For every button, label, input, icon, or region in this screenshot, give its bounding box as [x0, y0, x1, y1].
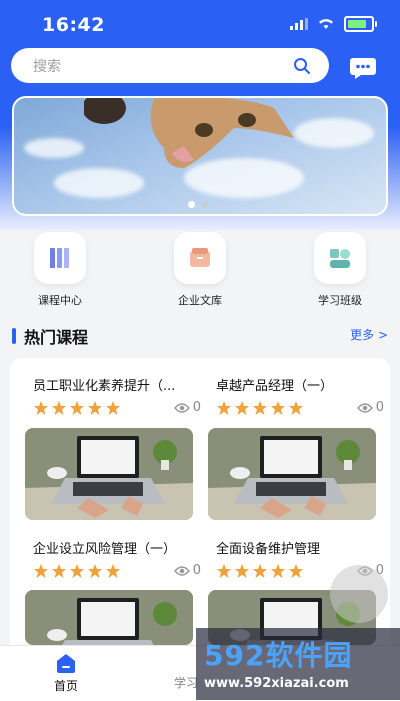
- eye-icon: [356, 402, 373, 413]
- course-views: 0: [173, 563, 201, 578]
- star-icon: [289, 401, 303, 415]
- course-title: 卓越产品经理（一）: [216, 379, 334, 394]
- course-card[interactable]: 员工职业化素养提升（... 0: [33, 375, 201, 418]
- star-icon: [52, 401, 66, 415]
- more-link[interactable]: 更多 >: [350, 326, 388, 343]
- box-icon: [190, 248, 210, 267]
- course-views: 0: [356, 400, 384, 415]
- star-icon: [271, 401, 285, 415]
- star-icon: [34, 564, 48, 578]
- laptop-image: [208, 428, 376, 520]
- floating-action-button[interactable]: [330, 565, 388, 623]
- eye-icon: [173, 402, 190, 413]
- watermark-overlay: 592软件园 www.592xiazai.com: [196, 628, 400, 700]
- star-icon: [217, 401, 231, 415]
- star-icon: [106, 401, 120, 415]
- wifi-icon: [319, 19, 333, 29]
- star-icon: [34, 401, 48, 415]
- home-icon: [57, 654, 75, 673]
- star-icon: [289, 564, 303, 578]
- quick-link-label: 课程中心: [38, 294, 82, 307]
- books-icon: [50, 248, 69, 268]
- watermark-logo: 592软件园: [204, 639, 353, 672]
- course-title: 企业设立风险管理（一）: [33, 542, 177, 557]
- search-placeholder: 搜索: [33, 59, 61, 75]
- banner-pagination: [188, 201, 208, 208]
- section-title: 热门课程: [24, 328, 89, 347]
- quick-link-label: 学习班级: [318, 294, 362, 307]
- quick-link-courses[interactable]: 课程中心: [15, 232, 105, 308]
- class-icon: [330, 249, 350, 268]
- status-time: 16:42: [42, 14, 105, 36]
- star-icon: [88, 564, 102, 578]
- course-thumbnail[interactable]: [25, 428, 193, 520]
- tab-home[interactable]: 首页: [26, 652, 106, 694]
- star-icon: [70, 564, 84, 578]
- status-bar: 16:42: [0, 0, 400, 40]
- star-icon: [253, 564, 267, 578]
- laptop-image: [25, 428, 193, 520]
- quick-link-label: 企业文库: [178, 294, 222, 307]
- tab-study-label: 学习: [173, 676, 198, 690]
- watermark-url: www.592xiazai.com: [204, 676, 349, 691]
- course-title: 全面设备维护管理: [216, 542, 321, 557]
- tab-home-label: 首页: [53, 679, 78, 693]
- quick-link-library[interactable]: 企业文库: [155, 232, 245, 308]
- battery-icon: [344, 16, 377, 32]
- course-card[interactable]: 卓越产品经理（一） 0: [216, 375, 384, 418]
- laptop-image: [25, 590, 193, 645]
- chat-icon[interactable]: [349, 56, 377, 80]
- star-icon: [106, 564, 120, 578]
- star-icon: [271, 564, 285, 578]
- star-icon: [235, 564, 249, 578]
- course-rating: [33, 563, 121, 579]
- course-thumbnail[interactable]: [25, 590, 193, 645]
- course-views-count: 0: [192, 400, 201, 415]
- course-rating: [216, 400, 304, 416]
- banner-carousel[interactable]: [12, 96, 388, 216]
- course-thumbnail[interactable]: [208, 428, 376, 520]
- star-icon: [88, 401, 102, 415]
- search-input[interactable]: 搜索: [11, 48, 329, 83]
- course-views: 0: [173, 400, 201, 415]
- star-icon: [217, 564, 231, 578]
- star-icon: [235, 401, 249, 415]
- star-icon: [52, 564, 66, 578]
- course-title: 员工职业化素养提升（...: [33, 379, 176, 394]
- course-views-count: 0: [375, 400, 384, 415]
- eye-icon: [173, 565, 190, 576]
- course-card[interactable]: 企业设立风险管理（一） 0: [33, 538, 201, 581]
- search-icon[interactable]: [293, 57, 311, 75]
- course-views-count: 0: [192, 563, 201, 578]
- star-icon: [70, 401, 84, 415]
- banner-cat-image: [84, 98, 294, 168]
- course-rating: [33, 400, 121, 416]
- quick-link-class[interactable]: 学习班级: [295, 232, 385, 308]
- section-header: 热门课程: [12, 324, 88, 348]
- signal-icon: [290, 18, 308, 30]
- course-rating: [216, 563, 304, 579]
- star-icon: [253, 401, 267, 415]
